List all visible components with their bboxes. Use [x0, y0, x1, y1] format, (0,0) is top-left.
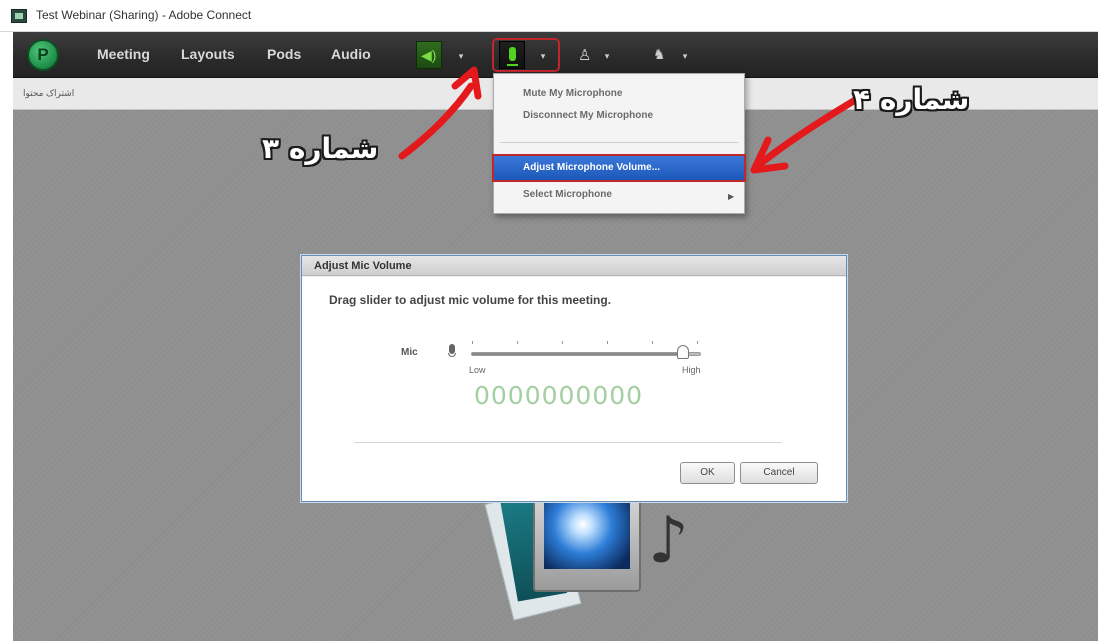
window-title: Test Webinar (Sharing) - Adobe Connect: [36, 8, 252, 22]
adobe-connect-window: Test Webinar (Sharing) - Adobe Connect M…: [0, 0, 1098, 641]
share-status-button[interactable]: ♞: [647, 41, 702, 69]
dialog-divider: [354, 442, 782, 443]
menu-item-adjust-volume-highlight[interactable]: Adjust Microphone Volume...: [492, 154, 746, 182]
annotation-label-3: شماره ۳: [262, 132, 379, 165]
slider-tick: [562, 341, 563, 344]
slider-high-label: High: [682, 365, 701, 375]
dialog-instruction: Drag slider to adjust mic volume for thi…: [329, 293, 612, 307]
mic-label: Mic: [401, 347, 418, 358]
window-left-edge: [0, 32, 13, 641]
menu-item-mute-microphone[interactable]: Mute My Microphone: [494, 88, 744, 99]
ok-button[interactable]: OK: [680, 462, 735, 484]
adjust-mic-volume-dialog: Adjust Mic Volume Drag slider to adjust …: [301, 255, 847, 502]
music-note-icon: ♪: [648, 504, 689, 578]
mic-volume-slider-thumb[interactable]: [676, 345, 689, 359]
chevron-down-icon[interactable]: [602, 51, 612, 61]
cancel-button[interactable]: Cancel: [740, 462, 818, 484]
menu-separator: [500, 142, 738, 143]
adobe-connect-logo-icon: [27, 39, 59, 71]
menu-item-select-microphone[interactable]: Select Microphone: [494, 189, 744, 200]
microphone-icon: [448, 344, 456, 358]
menu-pods[interactable]: Pods: [267, 46, 301, 62]
menu-bar: Meeting Layouts Pods Audio ◀) ♙ ♞: [13, 32, 1098, 78]
menu-item-disconnect-microphone[interactable]: Disconnect My Microphone: [494, 110, 744, 121]
dialog-title: Adjust Mic Volume: [314, 260, 412, 272]
microphone-icon: [499, 41, 525, 69]
slider-tick: [652, 341, 653, 344]
slider-tick: [607, 341, 608, 344]
chevron-down-icon[interactable]: [456, 51, 466, 61]
slider-tick: [472, 341, 473, 344]
chevron-down-icon[interactable]: [680, 51, 690, 61]
menu-audio[interactable]: Audio: [331, 46, 371, 62]
chevron-down-icon[interactable]: [538, 51, 548, 61]
menu-item-adjust-microphone-volume[interactable]: Adjust Microphone Volume...: [494, 162, 744, 173]
menu-layouts[interactable]: Layouts: [181, 46, 235, 62]
annotation-label-4: شماره ۴: [853, 83, 970, 116]
webcam-button[interactable]: ♙: [572, 41, 622, 69]
mic-level-meter: 0000000000: [474, 381, 644, 410]
pod-title: اشتراک محتوا: [23, 88, 75, 98]
app-icon: [11, 9, 27, 23]
slider-tick: [697, 341, 698, 344]
submenu-arrow-icon: ▶: [728, 192, 735, 201]
dialog-body: Drag slider to adjust mic volume for thi…: [302, 277, 846, 501]
mic-volume-slider-fill: [472, 353, 684, 355]
microphone-button[interactable]: [492, 38, 560, 72]
dialog-title-bar[interactable]: Adjust Mic Volume: [302, 256, 846, 276]
speaker-icon: ◀): [416, 41, 442, 69]
title-bar: Test Webinar (Sharing) - Adobe Connect: [0, 0, 1098, 32]
slider-tick: [517, 341, 518, 344]
speaker-button[interactable]: ◀): [412, 41, 474, 69]
microphone-dropdown-menu: Mute My Microphone Disconnect My Microph…: [492, 73, 746, 214]
menu-meeting[interactable]: Meeting: [97, 46, 150, 62]
slider-low-label: Low: [469, 365, 486, 375]
mic-volume-slider-track[interactable]: [471, 352, 701, 356]
